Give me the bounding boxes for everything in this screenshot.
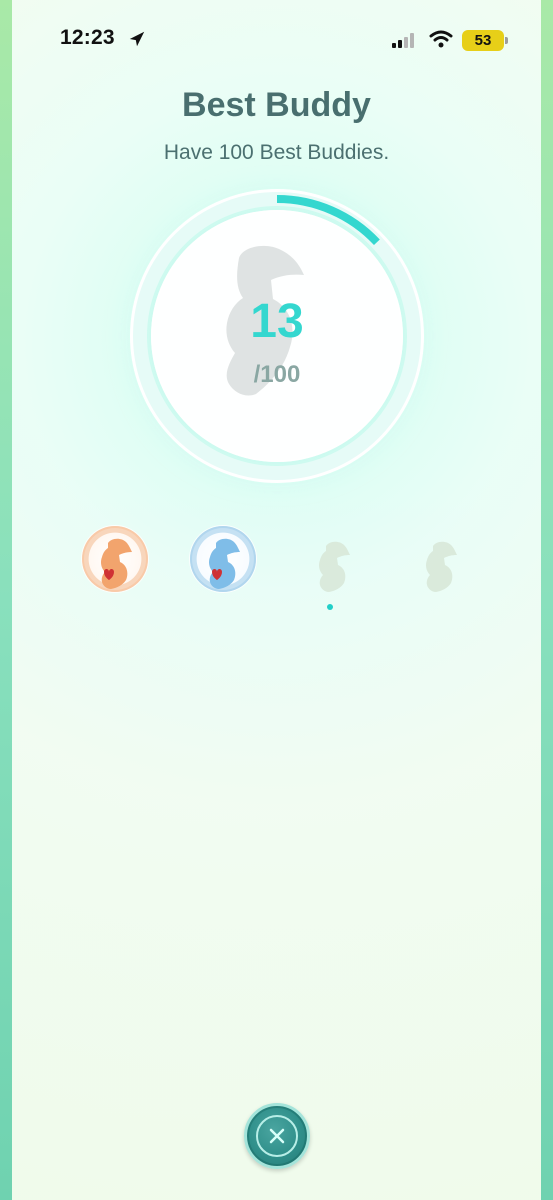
silver-best-buddy-icon: [209, 538, 240, 589]
bronze-tier-badge[interactable]: [82, 526, 148, 592]
medal-panel: [12, 0, 541, 1200]
location-arrow-icon: [129, 31, 145, 47]
status-bar: 12:23 53: [0, 0, 553, 80]
medal-progress: 13 /100: [129, 188, 425, 484]
bronze-best-buddy-icon: [101, 538, 132, 589]
status-time: 12:23: [60, 26, 115, 49]
progress-goal: /100: [253, 361, 301, 388]
wifi-icon: [429, 30, 453, 48]
close-button-ring: [256, 1115, 298, 1157]
silver-tier-badge[interactable]: [190, 526, 256, 592]
medal-title: Best Buddy: [182, 86, 371, 124]
gold-locked-best-buddy-icon: [319, 541, 350, 592]
cellular-signal-icon: [392, 33, 414, 48]
battery-icon: 53: [462, 30, 508, 51]
tier-page-indicator: [327, 604, 333, 610]
medal-description: Have 100 Best Buddies.: [163, 141, 390, 164]
close-button[interactable]: [244, 1103, 310, 1169]
medal-detail-screen: 12:23 53 Best Buddy Have 100 Best Buddie…: [0, 0, 553, 1200]
gold-tier-badge[interactable]: [313, 538, 353, 592]
platinum-locked-best-buddy-icon: [426, 541, 457, 592]
close-icon: [269, 1128, 285, 1144]
progress-count: 13: [250, 295, 304, 348]
battery-level: 53: [474, 32, 492, 49]
platinum-tier-badge[interactable]: [420, 538, 460, 592]
